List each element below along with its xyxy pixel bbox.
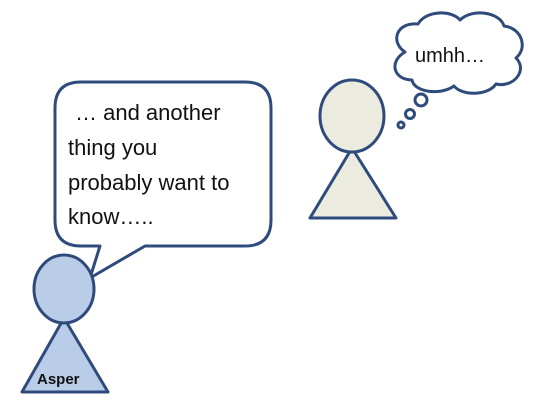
other-person-head [318, 78, 386, 154]
asper-head [32, 253, 96, 325]
thought-text: umhh… [415, 45, 485, 67]
thought-bubble: umhh… [393, 11, 524, 130]
speech-bubble: … and another thing you probably want to… [53, 80, 273, 280]
speech-line-3: probably want to [68, 170, 229, 195]
other-person-figure [308, 78, 398, 220]
thought-dot-large [413, 92, 429, 108]
asper-label: Asper [37, 371, 80, 388]
speech-line-2: thing you [68, 135, 157, 160]
other-person-body [308, 146, 398, 220]
thought-dot-small [396, 120, 406, 130]
scene: umhh… … and another thing you probably w… [20, 11, 524, 394]
speech-line-4: know….. [68, 204, 154, 229]
speech-line-1: … and another [75, 100, 221, 125]
thought-dot-medium [404, 108, 416, 120]
